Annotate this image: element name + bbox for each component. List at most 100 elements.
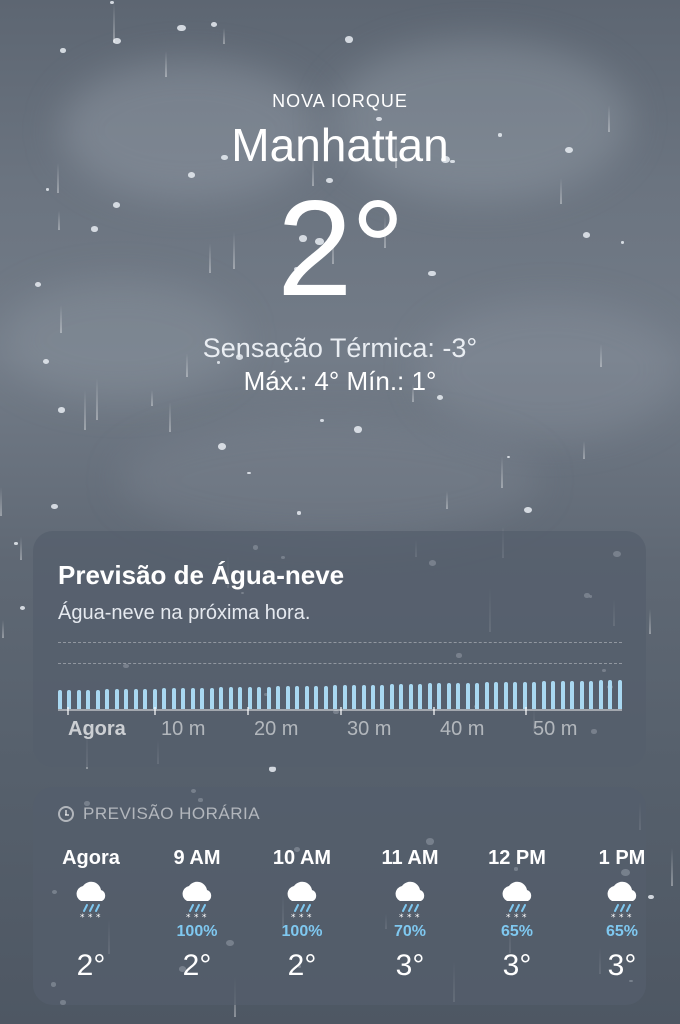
- axis-tick: [340, 707, 342, 715]
- precip-bar: [465, 683, 470, 709]
- rain-streak: [169, 402, 172, 433]
- hour-icon: * * *: [46, 879, 136, 923]
- svg-text:*: *: [619, 913, 624, 923]
- rain-streak: [583, 441, 586, 459]
- precip-bar: [257, 687, 262, 709]
- sleet-card-title: Previsão de Água-neve: [58, 560, 345, 590]
- precip-bar: [114, 689, 119, 709]
- sleet-cloud-icon: * * *: [607, 881, 637, 923]
- svg-text:*: *: [514, 913, 519, 923]
- hourly-item[interactable]: 10 AM * * * 100% 2°: [257, 847, 347, 983]
- x-label-30m: 30 m: [347, 718, 392, 740]
- precip-bar: [266, 687, 271, 709]
- hour-temperature: 3°: [502, 949, 532, 982]
- hour-temperature: 3°: [607, 949, 637, 982]
- hour-temperature: 2°: [76, 949, 106, 982]
- precip-bar: [617, 680, 622, 709]
- precip-bar: [304, 686, 309, 709]
- precip-bar: [181, 688, 186, 709]
- precip-bar: [209, 688, 214, 709]
- x-label-50m: 50 m: [533, 718, 578, 740]
- precip-bar: [598, 680, 603, 709]
- precip-bar: [370, 685, 375, 709]
- precip-bar: [95, 690, 100, 709]
- svg-text:*: *: [202, 913, 207, 923]
- snowflake: [353, 425, 363, 433]
- rain-streak: [649, 609, 652, 635]
- sleet-forecast-card[interactable]: Previsão de Água-neve Água-neve na próxi…: [33, 531, 646, 767]
- precip-bar: [513, 682, 518, 709]
- precip-bar: [570, 681, 575, 709]
- x-label-10m: 10 m: [161, 718, 206, 740]
- precip-bar: [494, 682, 499, 709]
- precip-bar: [247, 687, 252, 709]
- axis-tick: [154, 707, 156, 715]
- svg-text:*: *: [522, 913, 527, 923]
- hourly-item[interactable]: Agora * * * 2°: [46, 847, 136, 983]
- feels-like: Sensação Térmica: -3°: [202, 333, 478, 363]
- precip-bar: [86, 690, 91, 709]
- hour-label: Agora: [62, 847, 120, 869]
- precip-bar: [446, 683, 451, 709]
- svg-text:*: *: [88, 913, 93, 923]
- svg-text:*: *: [194, 913, 199, 923]
- svg-text:*: *: [299, 913, 304, 923]
- sleet-cloud-icon: * * *: [76, 881, 106, 923]
- cloud-shape: [120, 420, 540, 540]
- hourly-item[interactable]: 12 PM * * * 65% 3°: [472, 847, 562, 983]
- snowflake: [217, 442, 227, 450]
- rain-streak: [112, 2, 115, 44]
- hour-label: 1 PM: [598, 847, 646, 869]
- precip-bar: [541, 681, 546, 709]
- rain-streak: [446, 491, 449, 510]
- svg-text:*: *: [627, 913, 632, 923]
- precip-chance: 70%: [393, 923, 427, 940]
- precip-bar: [58, 690, 62, 709]
- clock-icon: [58, 806, 74, 822]
- precip-bar: [285, 686, 290, 709]
- precip-bar: [484, 682, 489, 709]
- precip-bar: [503, 682, 508, 709]
- sleet-cloud-icon: * * *: [287, 881, 317, 923]
- x-label-20m: 20 m: [254, 718, 299, 740]
- snowflake: [57, 407, 65, 413]
- snowflake: [177, 24, 186, 32]
- precip-chance: 65%: [500, 923, 534, 940]
- precip-bar: [276, 686, 281, 709]
- hourly-heading: PREVISÃO HORÁRIA: [58, 804, 260, 824]
- svg-text:*: *: [407, 913, 412, 923]
- snowflake: [269, 766, 276, 772]
- precip-bar: [532, 682, 537, 709]
- precip-bar: [333, 685, 338, 709]
- precip-bar: [238, 687, 243, 709]
- hour-label: 10 AM: [272, 847, 332, 869]
- axis-tick: [525, 707, 527, 715]
- precip-bar: [124, 689, 129, 709]
- axis-tick: [247, 707, 249, 715]
- svg-text:*: *: [399, 913, 404, 923]
- precip-chance: 100%: [281, 923, 323, 940]
- precip-bar: [389, 684, 394, 709]
- hourly-forecast-card[interactable]: PREVISÃO HORÁRIA Agora * * * 2° 9 AM * * …: [33, 787, 646, 1005]
- sleet-cloud-icon: * * *: [182, 881, 212, 923]
- x-label-40m: 40 m: [440, 718, 485, 740]
- precip-bar: [475, 683, 480, 709]
- current-temperature: 2°: [276, 172, 405, 324]
- hourly-item[interactable]: 1 PM * * * 65% 3°: [577, 847, 667, 983]
- rain-streak: [0, 487, 3, 516]
- precip-bar: [219, 687, 224, 709]
- rain-streak: [164, 50, 167, 77]
- snowflake: [51, 503, 59, 510]
- hour-icon: * * *: [365, 879, 455, 923]
- sleet-cloud-icon: * * *: [502, 881, 532, 923]
- hourly-item[interactable]: 11 AM * * * 70% 3°: [365, 847, 455, 983]
- precip-bar: [323, 686, 328, 709]
- precip-bar: [408, 684, 413, 709]
- hourly-item[interactable]: 9 AM * * * 100% 2°: [152, 847, 242, 983]
- svg-text:*: *: [415, 913, 420, 923]
- snowflake: [524, 507, 532, 514]
- precip-bar: [456, 683, 461, 709]
- precip-bar: [342, 685, 347, 709]
- hour-icon: * * *: [472, 879, 562, 923]
- precip-bar: [76, 690, 81, 709]
